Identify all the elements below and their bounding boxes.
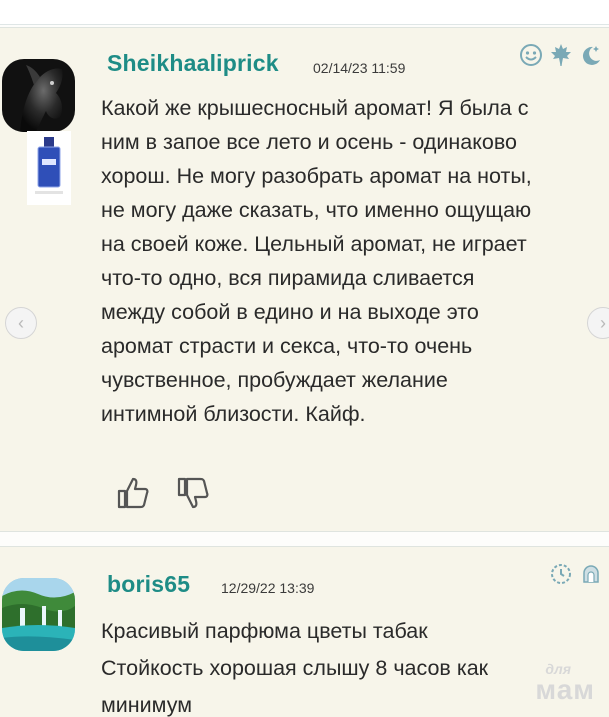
comment-card: Sheikhaaliprick 02/14/23 11:59 Какой же … xyxy=(0,27,609,532)
comment-text-line: хорош. Не могу разобрать аромат на ноты, xyxy=(101,164,532,188)
comment-date: 02/14/23 11:59 xyxy=(313,60,406,76)
page: Sheikhaaliprick 02/14/23 11:59 Какой же … xyxy=(0,0,609,717)
perfume-bottle-image xyxy=(27,131,71,205)
site-watermark: для мам xyxy=(535,662,595,704)
reaction-icons xyxy=(518,42,604,68)
comment-username[interactable]: Sheikhaaliprick xyxy=(107,50,279,77)
smile-icon[interactable] xyxy=(518,42,544,68)
moon-stars-icon[interactable] xyxy=(578,42,604,68)
thumbs-up-icon[interactable] xyxy=(115,475,151,511)
arch-icon[interactable] xyxy=(578,561,604,587)
prev-arrow-button[interactable]: ‹ xyxy=(5,307,37,339)
comment-text-line: Стойкость хорошая слышу 8 часов как xyxy=(101,656,489,680)
avatar[interactable] xyxy=(2,578,75,651)
comment-text-line: аромат страсти и секса, что-то очень xyxy=(101,334,473,358)
comment-text-line: что-то одно, вся пирамида сливается xyxy=(101,266,475,290)
comment-text-line: минимум xyxy=(101,693,192,717)
maple-leaf-icon[interactable] xyxy=(548,42,574,68)
waterfall-avatar-image xyxy=(2,578,75,651)
comment-date: 12/29/22 13:39 xyxy=(221,580,315,596)
top-strip xyxy=(0,0,609,25)
comment-text-line: не могу даже сказать, что именно ощущаю xyxy=(101,198,532,222)
chevron-left-icon: ‹ xyxy=(18,312,24,333)
comment-username[interactable]: boris65 xyxy=(107,571,190,598)
comment-text-line: ним в запое все лето и осень - одинаково xyxy=(101,130,518,154)
chevron-right-icon: › xyxy=(600,312,606,333)
horse-avatar-image xyxy=(2,59,75,132)
avatar[interactable] xyxy=(2,59,75,132)
comment-text-line: на своей коже. Цельный аромат, не играет xyxy=(101,232,527,256)
clock-icon[interactable] xyxy=(548,561,574,587)
comment-card: boris65 12/29/22 13:39 Красивый парфюма … xyxy=(0,546,609,717)
reaction-icons xyxy=(548,561,604,587)
comment-text: Какой же крышесносный аромат! Я была с н… xyxy=(101,91,532,431)
thumbs-down-icon[interactable] xyxy=(175,475,211,511)
comment-text-line: между собой в едино и на выходе это xyxy=(101,300,479,324)
comment-text: Красивый парфюма цветы табак Стойкость х… xyxy=(101,613,488,717)
comment-text-line: Какой же крышесносный аромат! Я была с xyxy=(101,96,529,120)
comment-text-line: чувственное, пробуждает желание xyxy=(101,368,448,392)
comment-text-line: интимной близости. Кайф. xyxy=(101,402,366,426)
watermark-big: мам xyxy=(535,674,595,705)
comment-text-line: Красивый парфюма цветы табак xyxy=(101,619,428,643)
